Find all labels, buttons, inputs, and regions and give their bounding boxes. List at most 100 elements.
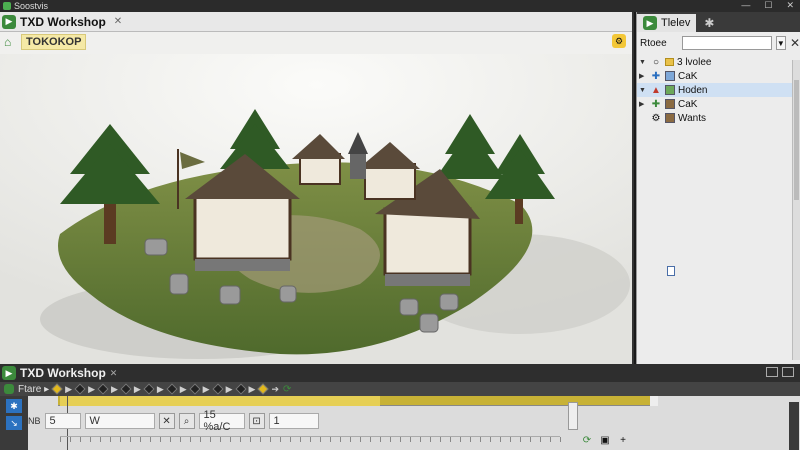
viewport-tab-bar: ▶ TXD Workshop ✕ bbox=[0, 12, 632, 32]
minimize-button[interactable]: — bbox=[741, 0, 750, 11]
keyframe-icon[interactable] bbox=[166, 383, 178, 395]
timeline-tick bbox=[60, 437, 61, 442]
outliner-icon: ▶ bbox=[643, 16, 657, 30]
minimize-panel-button[interactable] bbox=[766, 367, 778, 377]
timeline-tick bbox=[270, 437, 271, 442]
pin-icon[interactable]: ✱ bbox=[696, 14, 722, 32]
play-icon[interactable]: ▶ bbox=[157, 384, 164, 395]
scene-viewport[interactable]: ▶ TXD Workshop ✕ ⌂ TOKOKOP ⚙ bbox=[0, 12, 634, 364]
keyframe-icon[interactable] bbox=[74, 383, 86, 395]
settings-icon[interactable]: ⚙ bbox=[612, 34, 626, 48]
close-button[interactable]: ✕ bbox=[786, 0, 794, 11]
timeline-area[interactable]: ✱ ↘ NB 5 W ✕ ⌕ 15 %a/C ⊡ 1 ⟳ ▣ + bbox=[0, 396, 800, 450]
timeline-tick bbox=[250, 437, 251, 442]
keyframe-icon[interactable] bbox=[234, 383, 247, 395]
timeline-scroll[interactable] bbox=[568, 402, 578, 430]
tree-item-hoden[interactable]: ▼ ▲ Hoden bbox=[637, 83, 800, 97]
timeline-tick bbox=[260, 437, 261, 442]
expand-arrow-icon[interactable]: ▼ bbox=[639, 87, 647, 94]
curve-icon[interactable]: ↘ bbox=[6, 416, 22, 430]
timeline-toolbar: Ftare ▸ ▶ ▶ ▶ ▶ ▶ ▶ ▶ ▶ ▶ ➔ ⟳ bbox=[0, 382, 800, 396]
play-icon[interactable]: ▶ bbox=[88, 384, 95, 395]
chevron-down-icon[interactable]: ▼ bbox=[775, 36, 786, 50]
timeline-tick bbox=[460, 437, 461, 442]
play-icon[interactable]: ▶ bbox=[111, 384, 118, 395]
close-icon[interactable]: ✕ bbox=[114, 16, 122, 27]
cross-icon[interactable]: ✕ bbox=[158, 413, 175, 429]
timeline-tick bbox=[120, 437, 121, 442]
timeline-tick bbox=[550, 437, 551, 442]
timeline-tick bbox=[290, 437, 291, 442]
filter-input[interactable] bbox=[682, 36, 772, 50]
frame-field[interactable]: 5 bbox=[44, 413, 81, 429]
viewport-tab-title[interactable]: TXD Workshop bbox=[20, 15, 106, 29]
maximize-panel-button[interactable] bbox=[782, 367, 794, 377]
add-icon[interactable]: + bbox=[616, 434, 630, 446]
link-icon[interactable]: ⊡ bbox=[248, 413, 265, 429]
tree-item-cak-2[interactable]: ▶ ✚ CaK bbox=[637, 97, 800, 111]
object-icon bbox=[665, 99, 675, 109]
outliner-scrollbar[interactable] bbox=[792, 60, 800, 360]
close-icon[interactable]: ✕ bbox=[790, 36, 800, 50]
range-end-handle[interactable] bbox=[650, 396, 658, 406]
play-icon[interactable]: ▶ bbox=[134, 384, 141, 395]
tree-item-cak-1[interactable]: ▶ ✚ CaK bbox=[637, 69, 800, 83]
play-icon[interactable]: ▶ bbox=[203, 384, 210, 395]
scrollbar-thumb[interactable] bbox=[794, 80, 799, 200]
timeline-tick bbox=[110, 437, 111, 442]
tab-outliner[interactable]: ▶ Tlelev bbox=[637, 14, 697, 32]
tree-item-wants[interactable]: ⚙ Wants bbox=[637, 111, 800, 125]
keyframe-icon[interactable] bbox=[51, 383, 63, 395]
workshop-icon: ▶ bbox=[2, 14, 16, 29]
expand-arrow-icon[interactable]: ▼ bbox=[639, 59, 647, 66]
document-icon[interactable] bbox=[667, 266, 675, 276]
timeline-range[interactable] bbox=[60, 396, 380, 406]
timeline-tick bbox=[440, 437, 441, 442]
keyframe-icon[interactable] bbox=[97, 383, 109, 395]
search-icon[interactable]: ⌕ bbox=[178, 413, 195, 429]
image-icon[interactable]: ▣ bbox=[598, 434, 612, 446]
timeline-tick bbox=[160, 437, 161, 442]
count-field[interactable]: 1 bbox=[268, 413, 319, 429]
keyframe-icon[interactable] bbox=[257, 383, 270, 395]
timeline-tick bbox=[80, 437, 81, 442]
expand-arrow-icon[interactable]: ▶ bbox=[639, 100, 647, 108]
tree-item-label: CaK bbox=[678, 70, 698, 82]
keyframe-icon[interactable] bbox=[189, 383, 201, 395]
window-title-bar: Soostvis — ☐ ✕ bbox=[0, 0, 800, 12]
timeline-panel: ▶ TXD Workshop ✕ Ftare ▸ ▶ ▶ ▶ ▶ ▶ ▶ ▶ ▶… bbox=[0, 364, 800, 450]
timeline-toolbar-label: Ftare ▸ bbox=[18, 383, 50, 395]
timeline-tick bbox=[220, 437, 221, 442]
timeline-tick bbox=[130, 437, 131, 442]
home-icon[interactable]: ⌂ bbox=[4, 35, 18, 49]
expand-arrow-icon[interactable]: ▶ bbox=[639, 72, 647, 80]
keyframe-icon[interactable] bbox=[211, 383, 224, 395]
gear-icon: ⚙ bbox=[651, 112, 661, 124]
play-icon[interactable]: ▶ bbox=[249, 384, 256, 395]
play-icon[interactable]: ▶ bbox=[180, 384, 187, 395]
outliner-tab-label: Tlelev bbox=[661, 17, 691, 29]
timeline-tick bbox=[500, 437, 501, 442]
width-field[interactable]: W bbox=[84, 413, 155, 429]
snap-icon[interactable]: ✱ bbox=[6, 399, 22, 413]
tree-item-root[interactable]: ▼ ○ 3 lvolee bbox=[637, 55, 800, 69]
keyframe-icon[interactable] bbox=[120, 383, 132, 395]
keyframe-icon[interactable] bbox=[143, 383, 155, 395]
timeline-left-tools: ✱ ↘ bbox=[0, 396, 28, 450]
timeline-tick bbox=[180, 437, 181, 442]
record-icon[interactable] bbox=[4, 384, 14, 394]
timeline-tick bbox=[560, 437, 561, 442]
play-icon[interactable]: ▶ bbox=[65, 384, 72, 395]
timeline-tab-title[interactable]: TXD Workshop bbox=[20, 366, 106, 380]
timeline-tick bbox=[140, 437, 141, 442]
next-icon[interactable]: ➔ bbox=[271, 384, 279, 395]
close-icon[interactable]: ✕ bbox=[110, 368, 118, 379]
speed-field[interactable]: 15 %a/C bbox=[198, 409, 245, 433]
scene-label[interactable]: TOKOKOP bbox=[21, 34, 87, 50]
refresh-icon[interactable]: ⟳ bbox=[580, 434, 594, 446]
timeline-tick bbox=[170, 437, 171, 442]
maximize-button[interactable]: ☐ bbox=[764, 0, 772, 11]
timeline-tick bbox=[520, 437, 521, 442]
play-icon[interactable]: ▶ bbox=[226, 384, 233, 395]
refresh-icon[interactable]: ⟳ bbox=[283, 384, 291, 395]
